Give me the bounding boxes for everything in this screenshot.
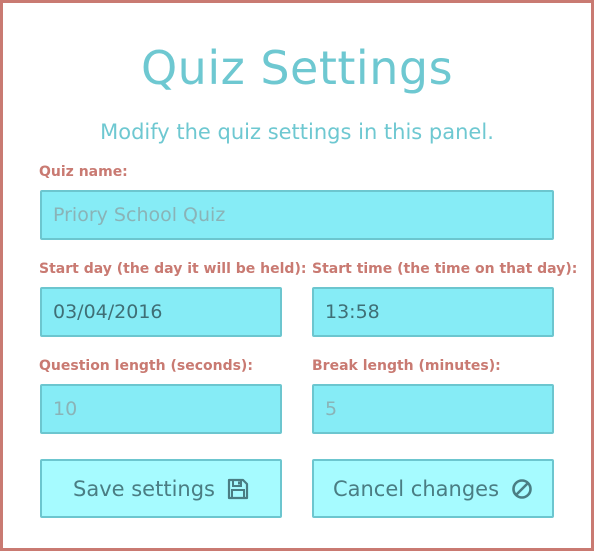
start-time-label: Start time (the time on that day): <box>312 261 578 277</box>
start-day-label: Start day (the day it will be held): <box>39 261 307 277</box>
save-settings-button[interactable]: Save settings <box>40 459 282 518</box>
question-length-label: Question length (seconds): <box>39 358 253 374</box>
quiz-name-label: Quiz name: <box>39 164 128 180</box>
question-length-input[interactable] <box>40 384 282 434</box>
cancel-changes-label: Cancel changes <box>332 476 500 501</box>
quiz-name-input[interactable] <box>40 190 554 240</box>
page-subtitle: Modify the quiz settings in this panel. <box>100 120 494 144</box>
break-length-input[interactable] <box>312 384 554 434</box>
settings-panel: Quiz Settings Modify the quiz settings i… <box>0 0 594 551</box>
cancel-changes-button[interactable]: Cancel changes <box>312 459 554 518</box>
start-time-input[interactable] <box>312 287 554 337</box>
page-title: Quiz Settings <box>140 41 454 95</box>
ban-icon <box>511 478 533 500</box>
break-length-label: Break length (minutes): <box>312 358 501 374</box>
save-settings-label: Save settings <box>73 476 215 501</box>
start-day-input[interactable] <box>40 287 282 337</box>
floppy-disk-icon <box>227 478 249 500</box>
